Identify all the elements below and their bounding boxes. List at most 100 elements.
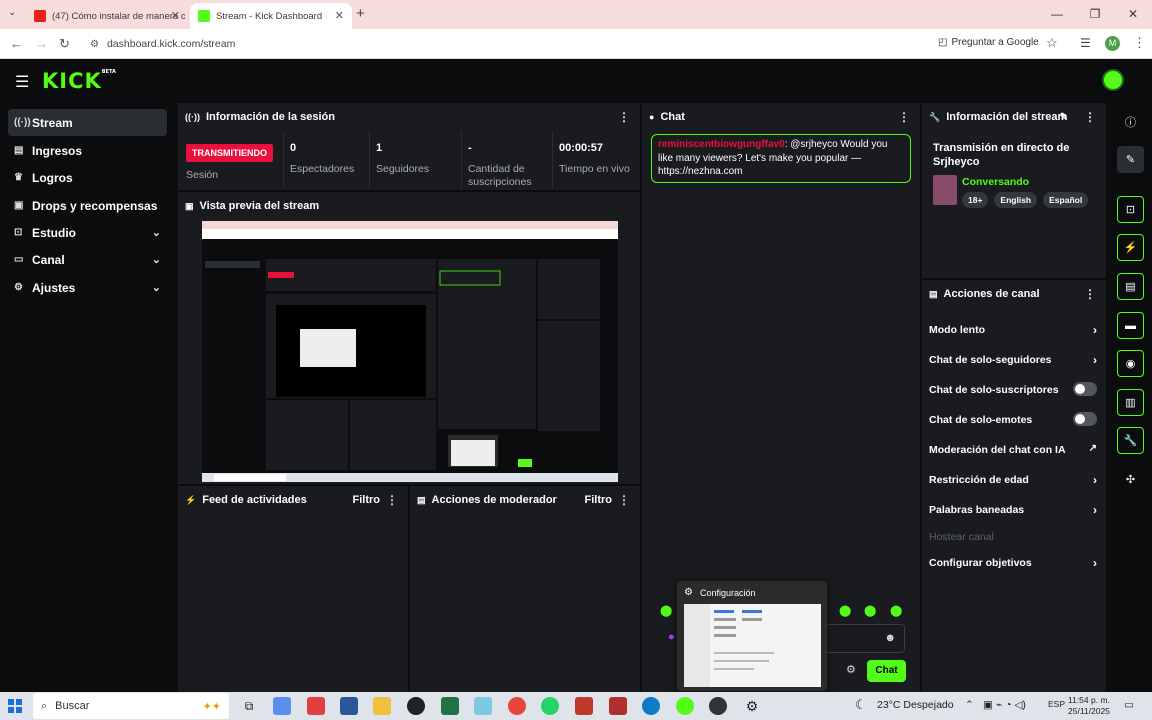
broadcast-icon[interactable]: ◉ [1117,350,1144,377]
channel-action-slow-mode[interactable]: Modo lento › [929,323,1097,337]
windows-start-icon[interactable] [8,699,22,713]
app-icon[interactable] [307,697,325,715]
sidebar-item-label: Ingresos [32,143,83,158]
emote-icon[interactable]: ⬤ [839,604,851,617]
channel-action-banned-words[interactable]: Palabras baneadas › [929,503,1097,517]
browser-menu-icon[interactable]: ⋮ [1133,35,1146,51]
emote-icon[interactable]: ⬤ [660,604,672,617]
weather-text[interactable]: 23°C Despejado [877,699,954,711]
task-view-icon[interactable]: ⧉ [240,697,258,715]
edge-icon[interactable] [642,697,660,715]
more-options-icon[interactable]: ⋮ [898,110,910,124]
chat-username[interactable]: reminiscentbiowgungffav0 [658,139,785,150]
filter-button[interactable]: Filtro [353,494,381,506]
copilot-icon[interactable] [273,697,291,715]
stat-live-time: 00:00:57 Tiempo en vivo [552,131,640,189]
reload-icon[interactable]: ↻ [59,36,70,52]
channel-action-ai-moderation[interactable]: Moderación del chat con IA ↗ [929,443,1097,456]
chrome-profile-icon[interactable] [676,697,694,715]
whatsapp-icon[interactable] [541,697,559,715]
sidebar-item-ingresos[interactable]: ▤ Ingresos [8,137,167,164]
config-window-preview[interactable]: ⚙ Configuración [677,581,827,691]
forward-icon[interactable]: → [35,36,48,51]
browser-tab-kick[interactable]: Stream - Kick Dashboard ✕ [190,3,352,29]
settings-gear-icon[interactable]: ⚙ [743,697,761,715]
emote-icon[interactable]: ⬤ [890,604,902,617]
app-icon[interactable] [407,697,425,715]
stream-tags: 18+ English Español [962,192,1089,208]
file-explorer-icon[interactable] [373,697,391,715]
sidebar-item-estudio[interactable]: ⊡ Estudio ⌄ [8,219,167,246]
clock[interactable]: 11:54 p. m. 25/11/2025 [1068,695,1110,717]
channel-actions-icon[interactable]: ▥ [1117,389,1144,416]
more-options-icon[interactable]: ⋮ [1084,287,1096,301]
chat-icon[interactable]: ▬ [1117,312,1144,339]
clip-icon[interactable]: ⊡ [1117,196,1144,223]
layout-icon[interactable]: ✣ [1117,466,1144,493]
sidebar-item-drops[interactable]: ▣ Drops y recompensas [8,192,167,219]
close-window-icon[interactable]: ✕ [1114,0,1152,29]
chat-send-button[interactable]: Chat [867,660,906,682]
channel-action-goals[interactable]: Configurar objetivos › [929,556,1097,570]
restore-icon[interactable]: ❐ [1076,0,1114,29]
app-icon[interactable] [609,697,627,715]
browser-tab-youtube[interactable]: (47) Cómo instalar de manera c ✕ [26,3,188,29]
close-tab-icon[interactable]: ✕ [335,9,344,22]
subscribers-only-toggle[interactable] [1073,382,1097,396]
sidebar-item-logros[interactable]: ♛ Logros [8,164,167,191]
app-icon[interactable] [575,697,593,715]
chat-message[interactable]: reminiscentbiowgungffav0: @srjheyco Woul… [651,134,911,183]
bolt-icon[interactable]: ⚡ [1117,234,1144,261]
stream-preview-video[interactable] [202,221,618,482]
stream-category[interactable]: Conversando [962,176,1029,188]
chat-input[interactable]: ☻ [825,624,905,653]
notifications-icon[interactable]: ▭ [1124,699,1134,711]
wrench-icon[interactable]: 🔧 [1117,427,1144,454]
channel-action-age-restriction[interactable]: Restricción de edad › [929,473,1097,487]
url-field[interactable]: ⚙ dashboard.kick.com/stream [80,33,1070,55]
info-icon[interactable]: ⓘ [1117,108,1144,135]
channel-action-followers-only[interactable]: Chat de solo-seguidores › [929,353,1097,367]
app-icon[interactable] [474,697,492,715]
language-indicator[interactable]: ESP [1048,699,1065,709]
menu-icon[interactable]: ☰ [15,72,29,92]
kick-logo[interactable]: KICKBETA [42,69,116,93]
ask-google-button[interactable]: ◰ Preguntar a Google [938,37,1039,48]
sidebar-item-ajustes[interactable]: ⚙ Ajustes ⌄ [8,274,167,301]
right-rail: ⓘ ✎ ⊡ ⚡ ▤ ▬ ◉ ▥ 🔧 ✣ [1108,102,1152,692]
microphone-icon[interactable]: ● [668,631,675,643]
chat-settings-gear-icon[interactable]: ⚙ [846,663,856,676]
chrome-icon[interactable] [508,697,526,715]
more-options-icon[interactable]: ⋮ [618,493,630,507]
emoji-icon[interactable]: ☻ [884,632,896,644]
edit-pencil-icon[interactable]: ✎ [1117,146,1144,173]
tab-search-icon[interactable]: ⌄ [8,7,16,18]
taskbar-search[interactable]: ⌕ Buscar ✦✦ [33,693,229,719]
site-info-icon[interactable]: ⚙ [90,39,99,50]
filter-button[interactable]: Filtro [585,494,613,506]
tray-chevron-icon[interactable]: ⌃ [965,699,974,711]
emote-icon[interactable]: ⬤ [864,604,876,617]
back-icon[interactable]: ← [10,36,23,51]
row-label: Chat de solo-seguidores [929,354,1052,366]
more-options-icon[interactable]: ⋮ [1084,110,1096,124]
excel-icon[interactable] [441,697,459,715]
chevron-right-icon: › [1093,473,1097,487]
profile-avatar[interactable]: M [1105,36,1120,51]
bookmark-star-icon[interactable]: ☆ [1046,35,1058,51]
obs-icon[interactable] [709,697,727,715]
word-icon[interactable] [340,697,358,715]
tray-icons[interactable]: ▣ ⌁ ◔ ◁) [983,699,1026,711]
sidebar-item-stream[interactable]: ((·)) Stream [8,109,167,136]
more-options-icon[interactable]: ⋮ [386,493,398,507]
user-avatar[interactable] [1102,69,1124,91]
edit-pencil-icon[interactable]: ✎ [1060,112,1068,123]
new-tab-icon[interactable]: + [356,5,365,22]
sidebar-item-canal[interactable]: ▭ Canal ⌄ [8,246,167,273]
emotes-only-toggle[interactable] [1073,412,1097,426]
reading-list-icon[interactable]: ☰ [1080,36,1091,50]
clipboard-icon[interactable]: ▤ [1117,273,1144,300]
more-options-icon[interactable]: ⋮ [618,110,630,124]
close-tab-icon[interactable]: ✕ [171,9,180,22]
minimize-icon[interactable]: — [1038,0,1076,29]
